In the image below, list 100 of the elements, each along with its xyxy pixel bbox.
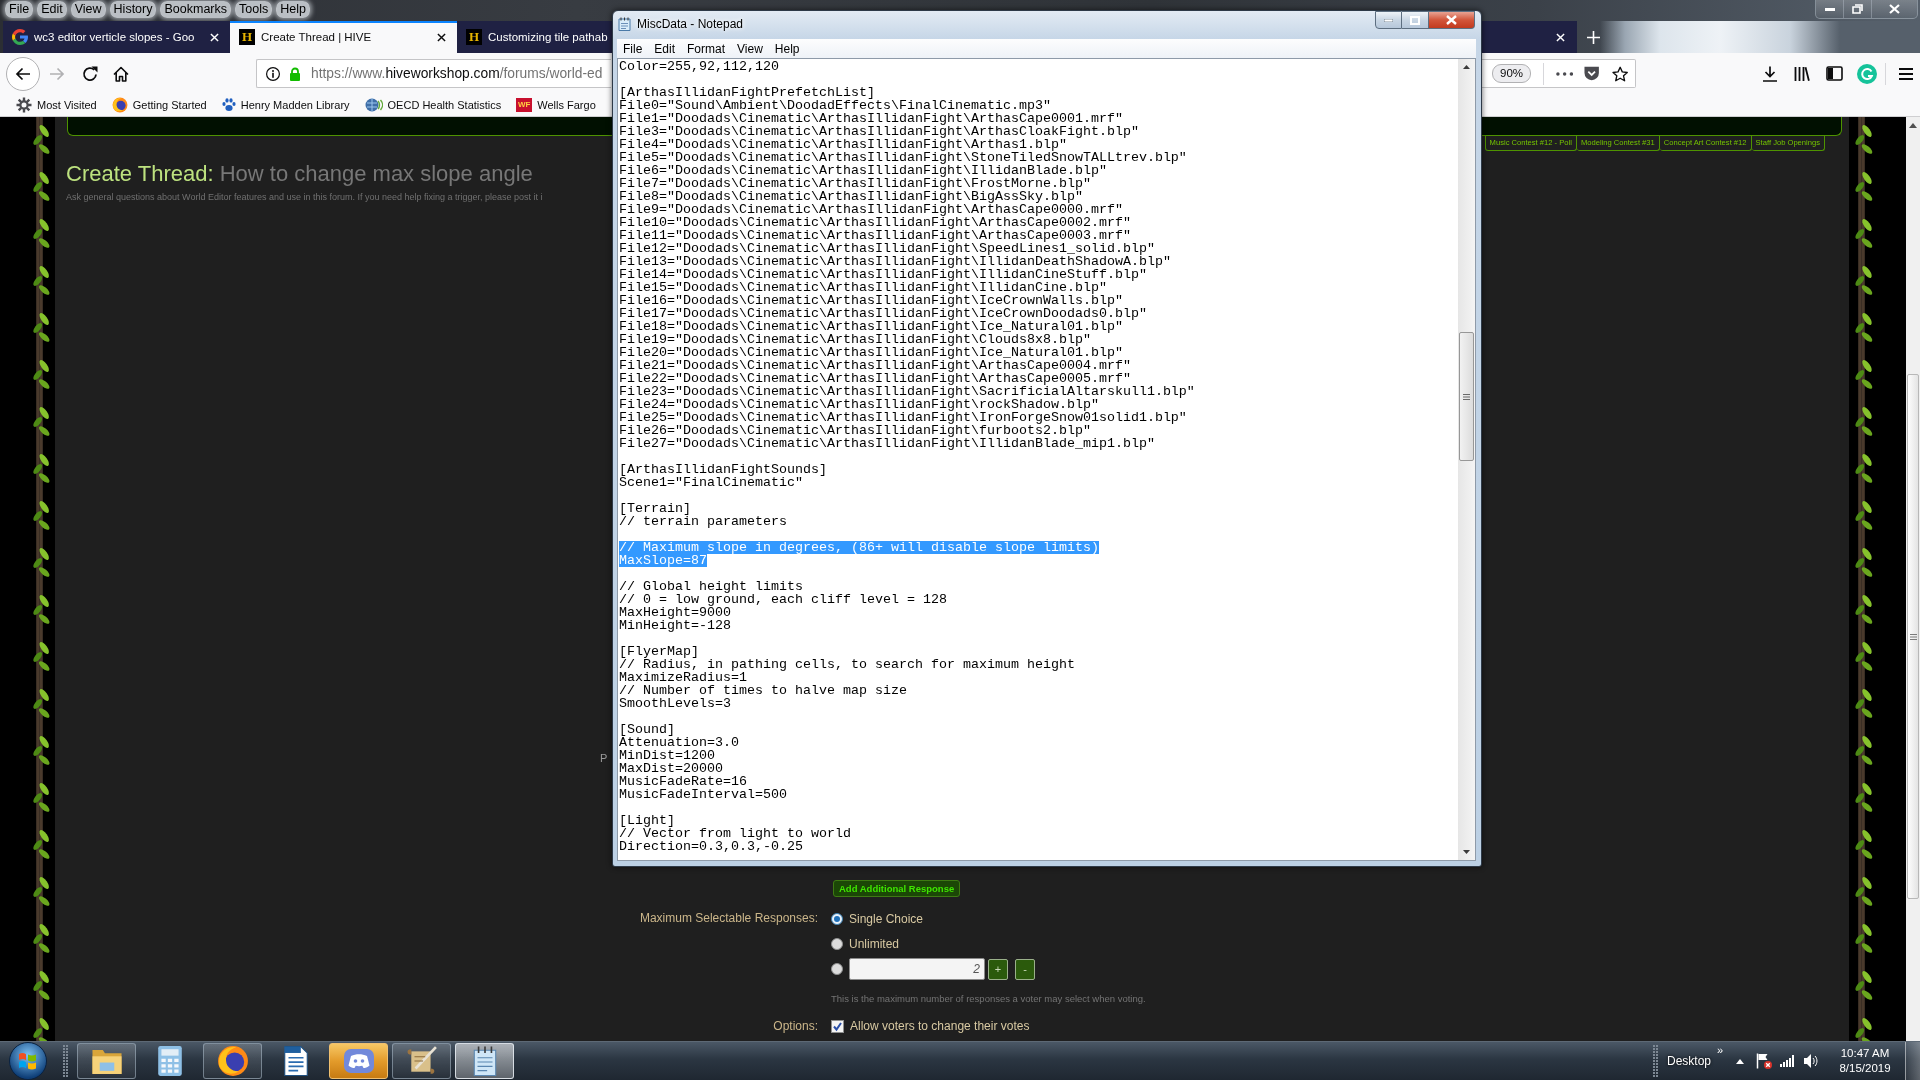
text-line: File25="Doodads\Cinematic\ArthasIllidanFight\IronForgeSnow01solid1.blp" <box>619 411 1187 424</box>
menu-item[interactable]: View <box>731 41 769 56</box>
controller-icon <box>343 1049 374 1073</box>
close-button[interactable] <box>1429 11 1475 29</box>
menu-item[interactable]: History <box>109 1 157 18</box>
scrollbar[interactable] <box>1906 117 1920 1041</box>
text-line: File12="Doodads\Cinematic\ArthasIllidanFight\SpeedLines1_solid.blp" <box>619 242 1155 255</box>
text-line: File23="Doodads\Cinematic\ArthasIllidanFight\SacrificialAltarskull1.blp" <box>619 385 1195 398</box>
text-line: SmoothLevels=3 <box>619 697 731 710</box>
text-line: [ArthasIllidanFightSounds] <box>619 463 827 476</box>
bookmark[interactable]: Most Visited <box>16 97 97 113</box>
close-icon[interactable] <box>437 32 446 42</box>
minimize-button[interactable] <box>1816 0 1843 18</box>
toolbar-label[interactable]: Desktop <box>1666 1054 1711 1068</box>
text-line: MinHeight=-128 <box>619 619 731 632</box>
plus-icon[interactable] <box>1587 30 1600 44</box>
text-line: File14="Doodads\Cinematic\ArthasIllidanFight\IllidanCineStuff.blp" <box>619 268 1147 281</box>
start-orb-icon[interactable] <box>8 1042 48 1080</box>
radio-button[interactable] <box>831 937 843 950</box>
arrow-up-icon[interactable] <box>1909 123 1917 128</box>
bookmark[interactable]: OECD Health Statistics <box>364 98 502 112</box>
taskbar-button[interactable] <box>77 1043 136 1079</box>
menu-item[interactable]: File <box>617 41 649 56</box>
menu-item[interactable]: Help <box>768 41 806 56</box>
restore-icon <box>1852 4 1863 14</box>
text-line: MinDist=1200 <box>619 749 715 762</box>
home-icon[interactable] <box>113 65 129 82</box>
bookmark[interactable]: Henry Madden Library <box>221 98 350 112</box>
menu-item[interactable]: Format <box>681 41 732 56</box>
speaker-icon[interactable] <box>1804 1053 1818 1069</box>
document-icon <box>283 1046 308 1076</box>
grip-icon[interactable] <box>1652 1045 1658 1077</box>
more-actions-icon[interactable] <box>1556 71 1574 76</box>
info-icon[interactable] <box>266 66 280 81</box>
arrow-up-icon[interactable] <box>1463 65 1470 69</box>
close-icon <box>1446 15 1457 25</box>
text-line: File9="Doodads\Cinematic\ArthasIllidanFight\ArthasCape0000.mrf" <box>619 203 1123 216</box>
bookmark[interactable]: WF Wells Fargo <box>516 98 596 112</box>
overflow-chevron[interactable]: » <box>1717 1045 1725 1056</box>
scrollbar-thumb[interactable] <box>1459 332 1474 461</box>
page-heading: Create Thread: How to change max slope angle <box>66 161 533 187</box>
option-label[interactable]: Single Choice <box>849 911 924 926</box>
text-line: Attenuation=3.0 <box>619 736 739 749</box>
text-line: Color=255,92,112,120 <box>619 60 779 73</box>
add-response-button[interactable]: Add Additional Response <box>833 880 961 897</box>
clock-time[interactable]: 10:47 AM <box>1840 1046 1890 1061</box>
menu-item[interactable]: View <box>70 1 106 18</box>
checkbox[interactable] <box>831 1019 844 1033</box>
menu-item[interactable]: Edit <box>648 41 682 56</box>
scrollbar-thumb[interactable] <box>1907 374 1919 899</box>
text-line: // Radius, in pathing cells, to search for maximum height <box>619 658 1075 671</box>
text-line: File5="Doodads\Cinematic\ArthasIllidanFight\StoneTiledSnowTALLtrev.blp" <box>619 151 1187 164</box>
option-label[interactable]: Allow voters to change their votes <box>850 1019 1030 1033</box>
taskbar-button[interactable] <box>203 1043 262 1079</box>
text-line: // Number of times to halve map size <box>619 684 907 697</box>
zoom-level-button[interactable]: 90% <box>1492 64 1532 83</box>
text-line: Scene1="FinalCinematic" <box>619 476 803 489</box>
download-icon[interactable] <box>1762 65 1778 82</box>
arrow-down-icon[interactable] <box>1463 850 1470 854</box>
signal-bars-icon[interactable] <box>1780 1055 1795 1067</box>
text-line: // Vector from light to world <box>619 827 851 840</box>
menu-item[interactable]: Help <box>276 1 310 18</box>
menu-item[interactable]: Bookmarks <box>160 1 231 18</box>
text-line: [FlyerMap] <box>619 645 699 658</box>
decrement-button[interactable]: - <box>1015 958 1035 980</box>
menu-item[interactable]: Edit <box>37 1 67 18</box>
option-label[interactable]: Unlimited <box>849 936 899 951</box>
browser-icon <box>111 97 128 113</box>
restore-button[interactable] <box>1843 0 1871 18</box>
text-line: File27="Doodads\Cinematic\ArthasIllidanFight\IllidanBlade_mip1.blp" <box>619 437 1155 450</box>
books-icon[interactable] <box>1794 65 1810 82</box>
menu-icon[interactable] <box>1899 67 1913 80</box>
reload-icon[interactable] <box>82 65 98 82</box>
text-line: MaxHeight=9000 <box>619 606 731 619</box>
window-title: MiscData - Notepad <box>637 17 744 31</box>
radio-button[interactable] <box>831 912 843 925</box>
caret-up-icon[interactable] <box>1736 1058 1744 1064</box>
number-input[interactable]: 2 <box>849 958 985 980</box>
maximize-button[interactable] <box>1402 11 1429 29</box>
menu-item[interactable]: File <box>5 1 34 18</box>
clock-date[interactable]: 8/15/2019 <box>1839 1061 1891 1076</box>
grip-icon <box>1463 393 1470 400</box>
browser-icon <box>216 1045 249 1077</box>
sidebar-icon[interactable] <box>1826 66 1843 81</box>
browser-tab[interactable]: H Create Thread | HIVE <box>230 21 457 53</box>
increment-button[interactable]: + <box>988 958 1008 980</box>
radio-button[interactable] <box>831 963 843 975</box>
shield-chevron-icon[interactable] <box>1584 66 1600 81</box>
scrollbar[interactable] <box>1458 59 1475 860</box>
star-icon[interactable] <box>1611 65 1628 82</box>
text-line: MusicFadeRate=16 <box>619 775 747 788</box>
menu-item[interactable]: Tools <box>235 1 273 18</box>
address-bar[interactable]: https://www.hiveworkshop.com/forums/world-ed <box>256 59 611 88</box>
taskbar-button[interactable] <box>392 1043 451 1079</box>
bookmark[interactable]: Getting Started <box>111 97 207 113</box>
grip-icon[interactable] <box>63 1045 68 1077</box>
show-desktop-button[interactable] <box>1905 1042 1920 1080</box>
minimize-button[interactable] <box>1375 11 1402 29</box>
flag-icon[interactable] <box>1756 1053 1772 1069</box>
back-button[interactable] <box>6 56 40 91</box>
